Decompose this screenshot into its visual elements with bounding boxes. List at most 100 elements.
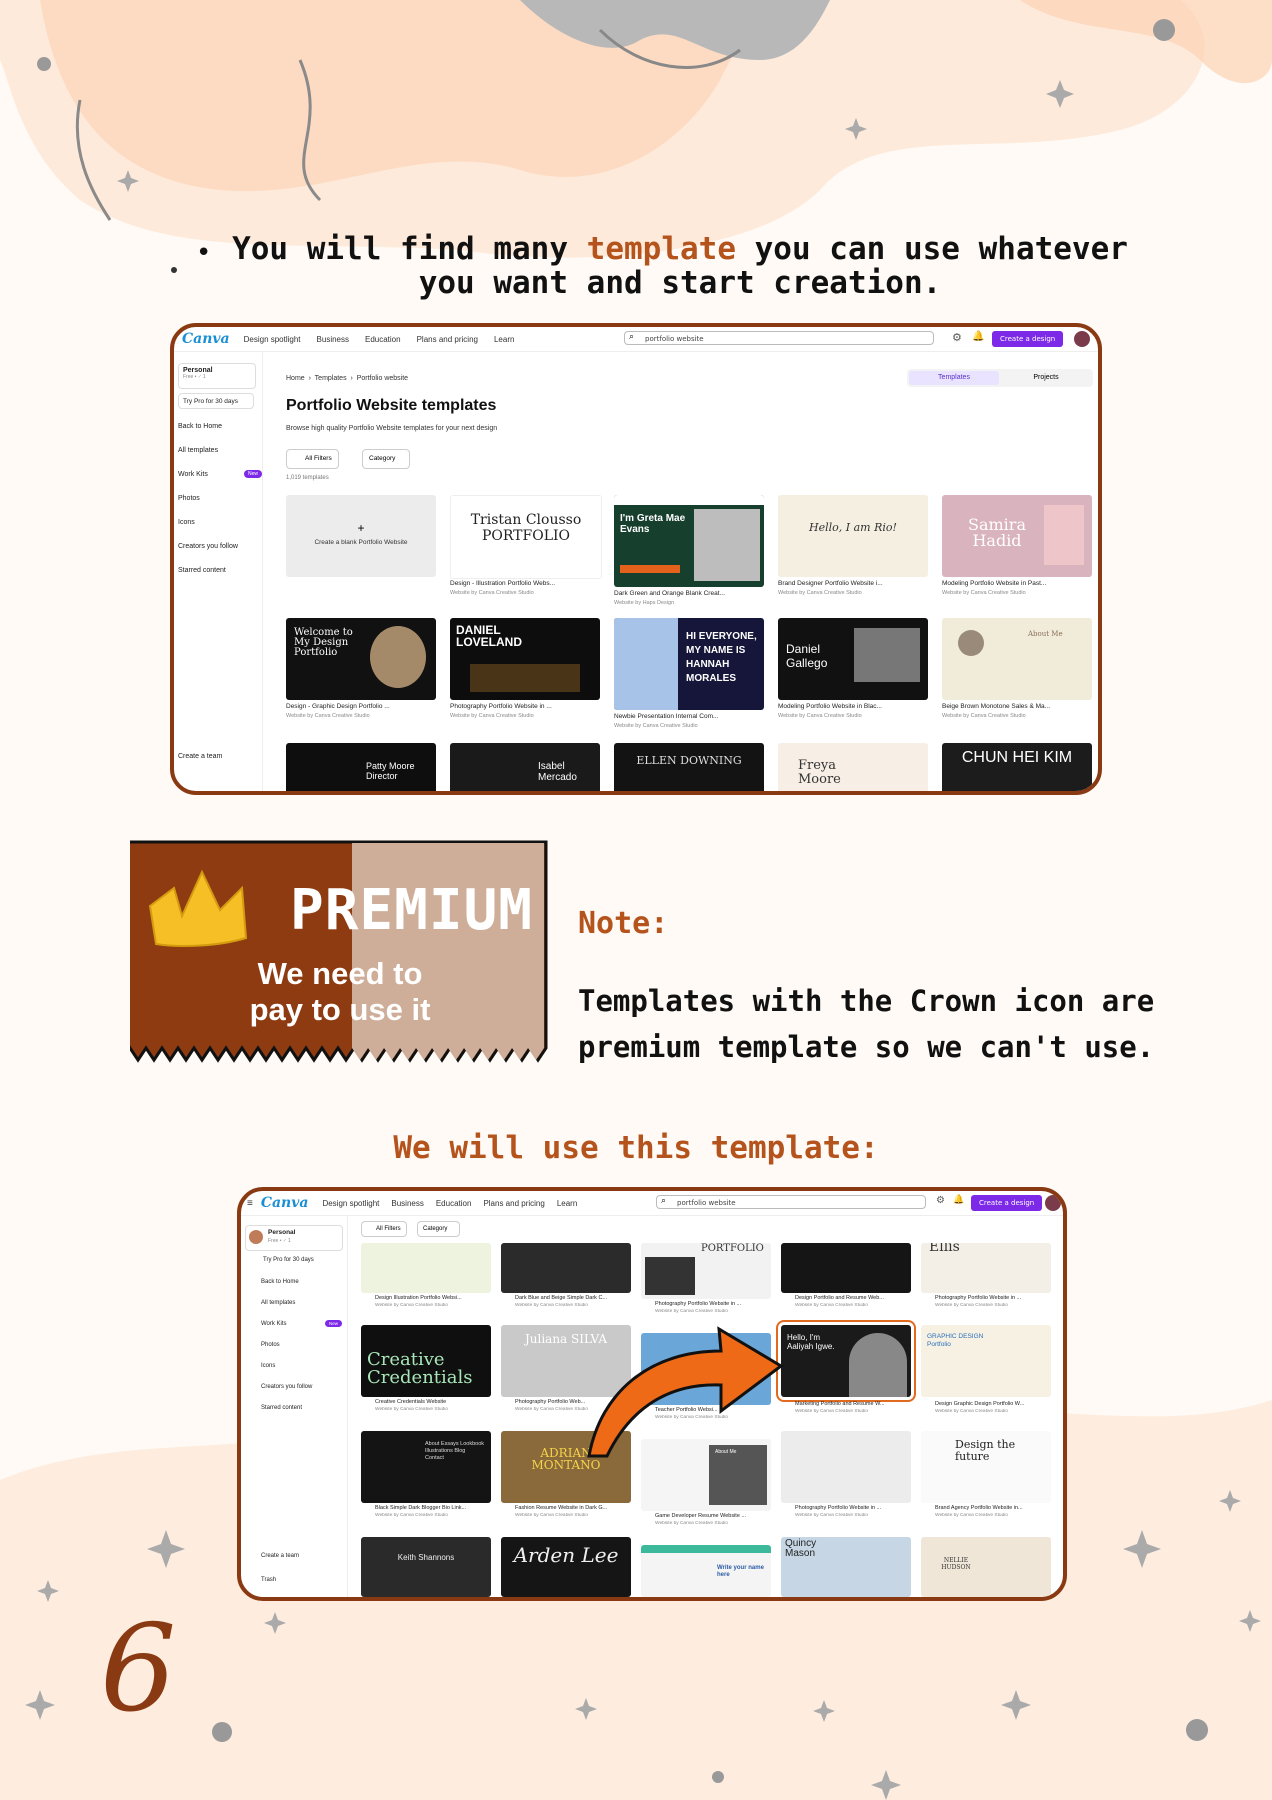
template-card[interactable]: HI EVERYONE, MY NAME IS HANNAH MORALES bbox=[614, 618, 764, 710]
nav-plans-pricing[interactable]: Plans and pricing bbox=[483, 1199, 544, 1208]
try-pro-button[interactable]: Try Pro for 30 days bbox=[245, 1253, 341, 1267]
template-name[interactable]: Creative Credentials Website bbox=[375, 1399, 491, 1405]
create-design-button[interactable]: Create a design bbox=[971, 1195, 1043, 1211]
template-name[interactable]: Game Developer Resume Website ... bbox=[655, 1513, 771, 1519]
template-name[interactable]: Design Illustration Portfolio Websi... bbox=[375, 1295, 491, 1301]
template-card[interactable]: Daniel Gallego bbox=[778, 618, 928, 700]
template-card[interactable]: CHUN HEI KIM bbox=[942, 743, 1092, 791]
all-filters-button[interactable]: All Filters bbox=[286, 449, 339, 469]
nav-education[interactable]: Education bbox=[436, 1199, 472, 1208]
template-name[interactable]: Modeling Portfolio Website in Blac... bbox=[778, 703, 928, 710]
bell-icon[interactable]: 🔔 bbox=[972, 331, 984, 342]
template-name[interactable]: Design Portfolio and Resume Web... bbox=[795, 1295, 911, 1301]
nav-business[interactable]: Business bbox=[317, 335, 349, 344]
template-card[interactable]: Welcome to My Design Portfolio bbox=[286, 618, 436, 700]
template-name[interactable]: Dark Blue and Beige Simple Dark C... bbox=[515, 1295, 631, 1301]
template-card[interactable]: Arden Lee bbox=[501, 1537, 631, 1597]
sidebar-item-icons[interactable]: Icons bbox=[178, 519, 195, 526]
sidebar-item-work-kits[interactable]: Work Kits bbox=[178, 471, 208, 478]
template-card[interactable]: I'm Greta Mae Evans bbox=[614, 495, 764, 587]
template-card[interactable]: Creative Credentials bbox=[361, 1325, 491, 1397]
template-card[interactable]: Samira Hadid bbox=[942, 495, 1092, 577]
template-name[interactable]: Dark Green and Orange Blank Creat... bbox=[614, 590, 764, 597]
nav-education[interactable]: Education bbox=[365, 335, 401, 344]
canva-logo[interactable]: Canva bbox=[261, 1195, 309, 1211]
account-switcher[interactable]: Personal Free • ♂ 1 bbox=[245, 1225, 343, 1251]
template-name[interactable]: Design - Illustration Portfolio Webs... bbox=[450, 580, 600, 587]
sidebar-item-starred[interactable]: Starred content bbox=[261, 1405, 302, 1411]
sidebar-item-icons[interactable]: Icons bbox=[261, 1363, 275, 1369]
account-switcher[interactable]: Personal Free • ♂ 1 bbox=[178, 363, 256, 389]
template-card[interactable]: Design the future bbox=[921, 1431, 1051, 1503]
search-input[interactable]: portfolio website bbox=[656, 1195, 926, 1209]
category-dropdown[interactable]: Category bbox=[417, 1221, 461, 1237]
template-card[interactable]: DANIEL LOVELAND bbox=[450, 618, 600, 700]
gear-icon[interactable]: ⚙ bbox=[936, 1195, 945, 1206]
sidebar-item-photos[interactable]: Photos bbox=[178, 495, 200, 502]
sidebar-item-trash[interactable]: Trash bbox=[261, 1577, 276, 1583]
template-name[interactable]: Photography Portfolio Website in ... bbox=[795, 1505, 911, 1511]
sidebar-item-create-team[interactable]: Create a team bbox=[178, 753, 222, 760]
template-card[interactable]: Patty Moore Director bbox=[286, 743, 436, 791]
sidebar-item-photos[interactable]: Photos bbox=[261, 1342, 280, 1348]
tab-templates[interactable]: Templates bbox=[909, 371, 999, 385]
template-card[interactable]: Quincy Mason bbox=[781, 1537, 911, 1597]
template-card[interactable]: ELLEN DOWNING bbox=[614, 743, 764, 791]
nav-plans-pricing[interactable]: Plans and pricing bbox=[417, 335, 478, 344]
template-card[interactable] bbox=[361, 1243, 491, 1293]
template-name[interactable]: Photography Portfolio Website in ... bbox=[935, 1295, 1051, 1301]
sidebar-item-create-team[interactable]: Create a team bbox=[261, 1553, 299, 1559]
template-card[interactable]: GRAPHIC DESIGN Portfolio bbox=[921, 1325, 1051, 1397]
gear-icon[interactable]: ⚙ bbox=[952, 331, 962, 344]
template-name[interactable]: Photography Portfolio Website in ... bbox=[655, 1301, 771, 1307]
template-name[interactable]: Fashion Resume Website in Dark G... bbox=[515, 1505, 631, 1511]
try-pro-button[interactable]: Try Pro for 30 days bbox=[178, 393, 254, 409]
template-name[interactable]: Beige Brown Monotone Sales & Ma... bbox=[942, 703, 1092, 710]
breadcrumb-templates[interactable]: Templates bbox=[315, 375, 347, 382]
template-card[interactable]: About Me bbox=[942, 618, 1092, 700]
sidebar-item-back-home[interactable]: Back to Home bbox=[261, 1279, 299, 1285]
template-name[interactable]: Design Graphic Design Portfolio W... bbox=[935, 1401, 1051, 1407]
canva-logo[interactable]: Canva bbox=[182, 331, 230, 347]
bell-icon[interactable]: 🔔 bbox=[953, 1195, 964, 1205]
template-name[interactable]: Newbie Presentation Internal Com... bbox=[614, 713, 764, 720]
category-dropdown[interactable]: Category bbox=[362, 449, 411, 469]
template-name[interactable]: Design - Graphic Design Portfolio ... bbox=[286, 703, 436, 710]
avatar[interactable] bbox=[1045, 1195, 1061, 1211]
template-card[interactable]: Hello, I am Rio! bbox=[778, 495, 928, 577]
sidebar-item-work-kits[interactable]: Work Kits bbox=[261, 1321, 287, 1327]
search-input[interactable]: portfolio website bbox=[624, 331, 934, 345]
template-name[interactable]: Marketing Portfolio and Resume W... bbox=[795, 1401, 911, 1407]
nav-business[interactable]: Business bbox=[391, 1199, 423, 1208]
nav-design-spotlight[interactable]: Design spotlight bbox=[244, 335, 301, 344]
nav-learn[interactable]: Learn bbox=[557, 1199, 577, 1208]
template-card[interactable]: Keith Shannons bbox=[361, 1537, 491, 1597]
template-card[interactable]: Freya Moore bbox=[778, 743, 928, 791]
breadcrumb-home[interactable]: Home bbox=[286, 375, 305, 382]
template-card[interactable] bbox=[501, 1243, 631, 1293]
sidebar-item-all-templates[interactable]: All templates bbox=[261, 1300, 295, 1306]
template-name[interactable]: Photography Portfolio Website in ... bbox=[450, 703, 600, 710]
template-name[interactable]: Modeling Portfolio Website in Past... bbox=[942, 580, 1092, 587]
create-design-button[interactable]: Create a design bbox=[992, 331, 1064, 347]
avatar[interactable] bbox=[1074, 331, 1090, 347]
template-card[interactable]: About Essays Lookbook Illustrations Blog… bbox=[361, 1431, 491, 1503]
nav-design-spotlight[interactable]: Design spotlight bbox=[322, 1199, 379, 1208]
template-card[interactable]: PORTFOLIO bbox=[641, 1243, 771, 1299]
sidebar-item-creators[interactable]: Creators you follow bbox=[261, 1384, 312, 1390]
template-card[interactable]: NELLIE HUDSON bbox=[921, 1537, 1051, 1597]
tab-projects[interactable]: Projects bbox=[1001, 371, 1091, 385]
hamburger-icon[interactable]: ≡ bbox=[247, 1198, 253, 1209]
all-filters-button[interactable]: All Filters bbox=[361, 1221, 407, 1237]
sidebar-item-all-templates[interactable]: All templates bbox=[178, 447, 218, 454]
sidebar-item-creators[interactable]: Creators you follow bbox=[178, 543, 238, 550]
nav-learn[interactable]: Learn bbox=[494, 335, 514, 344]
template-card[interactable] bbox=[781, 1243, 911, 1293]
template-card[interactable]: Tristan Clousso PORTFOLIO bbox=[450, 495, 602, 579]
template-name[interactable]: Brand Agency Portfolio Website in... bbox=[935, 1505, 1051, 1511]
template-name[interactable]: Black Simple Dark Blogger Bio Link... bbox=[375, 1505, 491, 1511]
create-blank-card[interactable]: + Create a blank Portfolio Website bbox=[286, 495, 436, 577]
template-card[interactable]: Isabel Mercado bbox=[450, 743, 600, 791]
template-name[interactable]: Brand Designer Portfolio Website i... bbox=[778, 580, 928, 587]
sidebar-item-starred[interactable]: Starred content bbox=[178, 567, 226, 574]
